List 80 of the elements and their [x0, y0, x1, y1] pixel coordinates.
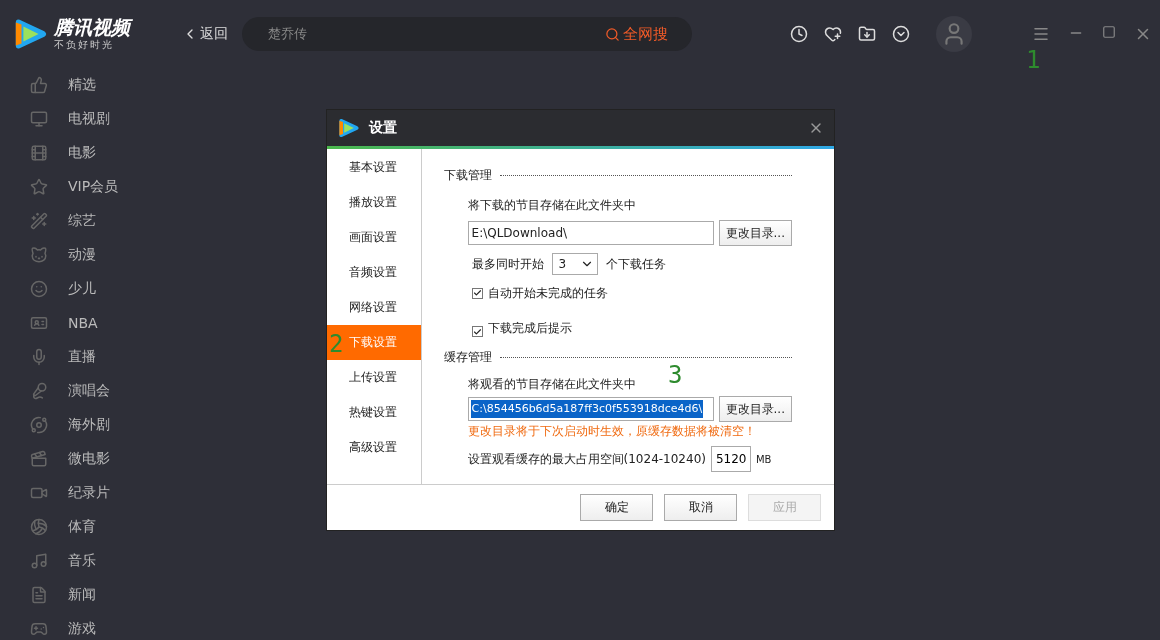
checkbox-label: 自动开始未完成的任务	[487, 284, 608, 302]
thumbs-up-icon	[30, 76, 48, 94]
annotation-number: 3	[668, 363, 683, 387]
document-icon	[30, 586, 48, 604]
settings-tab[interactable]: 画面设置	[327, 220, 421, 255]
dialog-button[interactable]: 取消	[664, 494, 737, 521]
sidebar-item[interactable]: 动漫	[30, 238, 150, 272]
checkbox[interactable]	[471, 326, 483, 337]
search-icon	[605, 26, 620, 42]
animal-face-icon	[30, 246, 48, 264]
settings-tab[interactable]: 音频设置	[327, 255, 421, 290]
avatar[interactable]	[936, 16, 972, 52]
menu-icon[interactable]	[1032, 25, 1050, 43]
microphone-icon	[30, 382, 48, 400]
sidebar-item[interactable]: 电影	[30, 136, 150, 170]
sidebar-item[interactable]: 游戏	[30, 612, 150, 640]
card-icon	[30, 314, 48, 332]
movie-camera-icon	[30, 450, 48, 468]
change-folder-button[interactable]: 更改目录...	[718, 220, 792, 246]
sidebar-item[interactable]: 体育	[30, 510, 150, 544]
maximize-icon[interactable]	[1102, 25, 1116, 39]
settings-tab[interactable]: 热键设置	[327, 395, 421, 430]
field-label: 将下载的节目存储在此文件夹中	[467, 196, 636, 214]
field-label: 个下载任务	[605, 255, 666, 273]
sidebar-item[interactable]: NBA	[30, 306, 150, 340]
sidebar-item[interactable]: 音乐	[30, 544, 150, 578]
sidebar-item[interactable]: 少儿	[30, 272, 150, 306]
search-bar[interactable]: 楚乔传 全网搜	[242, 17, 692, 51]
sidebar-item[interactable]: 微电影	[30, 442, 150, 476]
film-reel-icon	[30, 144, 48, 162]
smiley-face-icon	[30, 280, 48, 298]
logo-slogan: 不负好时光	[54, 38, 115, 52]
dialog-title: 设置	[369, 119, 398, 137]
planet-icon	[30, 416, 48, 434]
sidebar-item[interactable]: 纪录片	[30, 476, 150, 510]
field-label: 将观看的节目存储在此文件夹中	[467, 375, 636, 393]
sidebar-item[interactable]: 精选	[30, 68, 150, 102]
warning-text: 更改目录将于下次启动时生效，原缓存数据将被清空！	[467, 423, 756, 440]
star-icon	[30, 178, 48, 196]
music-note-icon	[30, 552, 48, 570]
folder-field[interactable]: C:\854456b6d5a187ff3c0f553918dce4d6\	[467, 397, 714, 421]
magic-wand-icon	[30, 212, 48, 230]
search-field[interactable]: 楚乔传	[266, 25, 526, 43]
sidebar-item[interactable]: 海外剧	[30, 408, 150, 442]
section-heading: 缓存管理	[443, 348, 492, 366]
ball-icon	[30, 518, 48, 536]
annotation-number: 2	[329, 332, 344, 356]
annotation-number: 1	[1026, 48, 1041, 72]
checkbox[interactable]	[471, 287, 483, 299]
unit-label: MB	[755, 453, 772, 465]
dialog-button[interactable]: 确定	[580, 494, 653, 521]
folder-download-icon[interactable]	[858, 25, 876, 43]
checkbox-label: 下载完成后提示	[487, 320, 572, 337]
settings-tab[interactable]: 上传设置	[327, 360, 421, 395]
gamepad-icon	[30, 620, 48, 638]
section-heading: 下载管理	[443, 166, 492, 184]
heart-plus-icon[interactable]	[824, 25, 842, 43]
settings-tab[interactable]: 网络设置	[327, 290, 421, 325]
sidebar-item[interactable]: 演唱会	[30, 374, 150, 408]
circle-chevron-icon[interactable]	[892, 25, 910, 43]
change-folder-button[interactable]: 更改目录...	[718, 396, 792, 422]
sidebar-item[interactable]: 电视剧	[30, 102, 150, 136]
field-label: 最多同时开始	[471, 255, 544, 273]
sidebar-item[interactable]: VIP会员	[30, 170, 150, 204]
back-button[interactable]: 返回	[182, 25, 228, 43]
field-label: 设置观看缓存的最大占用空间(1024-10240)	[467, 450, 706, 468]
search-button[interactable]: 全网搜	[605, 24, 668, 44]
count-dropdown[interactable]: 3	[551, 253, 598, 275]
sidebar-item[interactable]: 直播	[30, 340, 150, 374]
clock-icon[interactable]	[790, 25, 808, 43]
microphone-icon	[30, 348, 48, 366]
folder-field[interactable]: E:\QLDownload\	[467, 221, 714, 245]
sidebar-item[interactable]: 新闻	[30, 578, 150, 612]
monitor-icon	[30, 110, 48, 128]
settings-tab[interactable]: 高级设置	[327, 430, 421, 465]
settings-tab[interactable]: 播放设置	[327, 185, 421, 220]
size-field[interactable]: 5120	[710, 446, 751, 472]
sidebar-item[interactable]: 综艺	[30, 204, 150, 238]
play-logo-icon	[337, 116, 361, 140]
settings-tab[interactable]: 基本设置	[327, 150, 421, 185]
